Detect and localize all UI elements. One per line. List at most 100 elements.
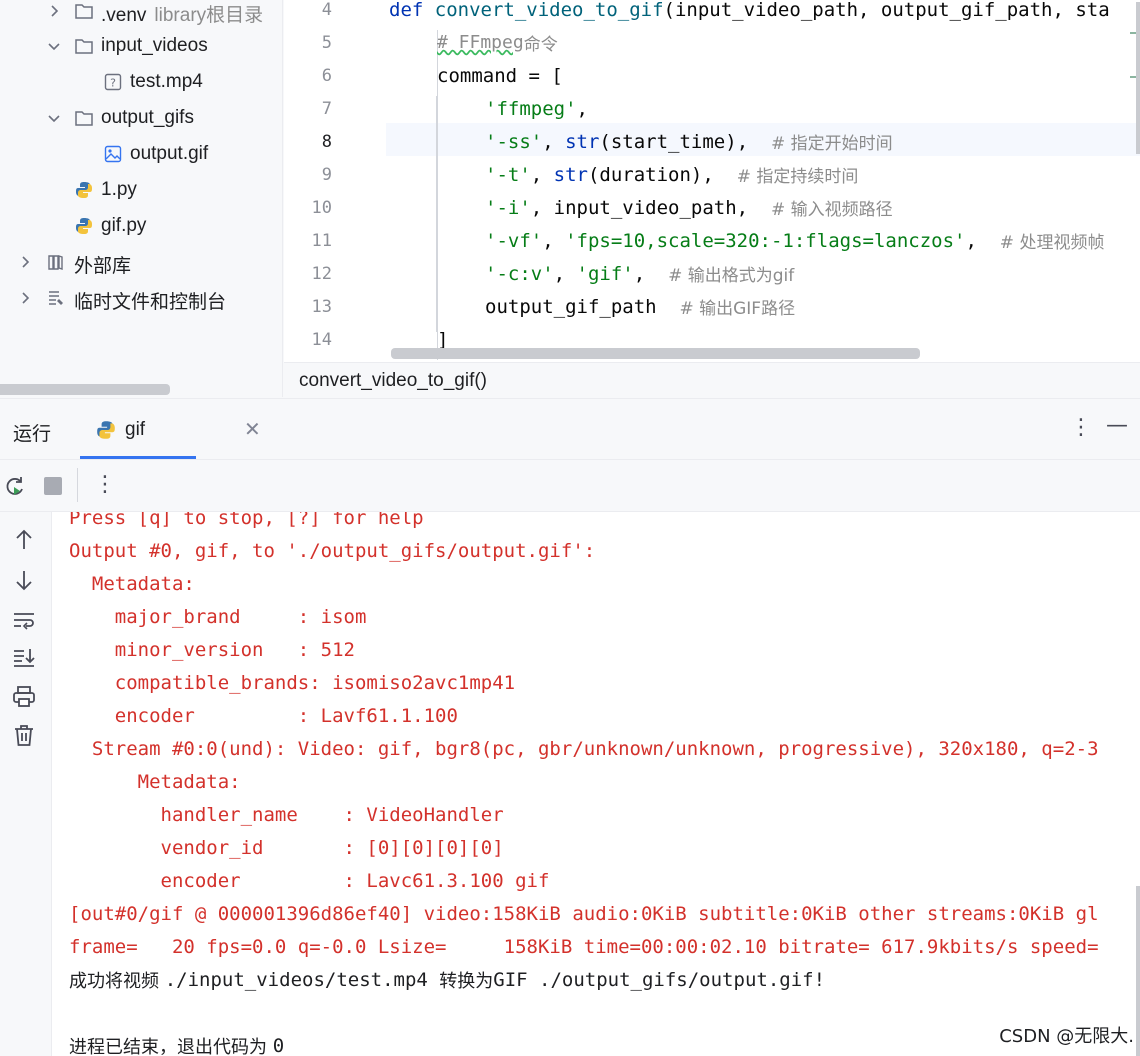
watermark: CSDN @无限大. (997, 1022, 1136, 1048)
line-number-current: 8 (321, 132, 332, 152)
stop-icon[interactable] (44, 477, 62, 495)
console-success-line: 成功将视频 ./input_videos/test.mp4 转换为 GIF ./o… (69, 968, 826, 992)
line-number: 7 (321, 99, 332, 119)
console-line: encoder : Lavc61.3.100 gif (69, 869, 550, 892)
unknown-file-icon: ? (104, 73, 122, 91)
code-line: output_gif_path # 输出GIF路径 (485, 295, 796, 320)
soft-wrap-icon[interactable] (11, 607, 37, 633)
more-options-icon[interactable]: ⋮ (1070, 415, 1092, 440)
library-icon (48, 255, 63, 270)
line-number-gutter: 4 5 6 7 8 9 10 11 12 13 14 (284, 0, 386, 362)
tree-item-label: 临时文件和控制台 (74, 292, 227, 313)
indent-guide (436, 96, 437, 332)
line-number: 10 (311, 198, 332, 218)
image-file-icon (104, 145, 122, 163)
run-toolbar: ⋮ (0, 460, 1140, 512)
code-line: '-c:v', 'gif', # 输出格式为gif (485, 262, 795, 287)
code-editor[interactable]: 4 5 6 7 8 9 10 11 12 13 14 def convert_v… (284, 0, 1140, 362)
console-line: vendor_id : [0][0][0][0] (69, 836, 504, 859)
close-icon[interactable]: ✕ (244, 417, 261, 441)
console-line: [out#0/gif @ 000001396d86ef40] video:158… (69, 902, 1099, 925)
editor-vertical-scrollbar[interactable] (1136, 2, 1140, 154)
folder-icon (75, 4, 93, 19)
svg-text:?: ? (110, 77, 116, 90)
tree-item-label: test.mp4 (130, 71, 203, 92)
console-line: frame= 20 fps=0.0 q=-0.0 Lsize= 158KiB t… (69, 935, 1099, 958)
console-line: minor_version : 512 (69, 638, 355, 661)
tree-item-label: 1.py (101, 179, 137, 200)
console-line: encoder : Lavf61.1.100 (69, 704, 458, 727)
chevron-down-icon[interactable] (46, 110, 62, 126)
rerun-icon[interactable] (3, 474, 27, 498)
console-line: compatible_brands: isomiso2avc1mp41 (69, 671, 516, 694)
code-line: '-vf', 'fps=10,scale=320:-1:flags=lanczo… (485, 229, 1105, 254)
arrow-up-icon[interactable] (11, 527, 37, 553)
console-line: Metadata: (69, 572, 195, 595)
tree-item-label: output_gifs (101, 107, 194, 128)
tab-active-indicator (80, 456, 196, 459)
tree-item-label: gif.py (101, 215, 147, 236)
trash-icon[interactable] (11, 722, 37, 748)
breadcrumb-item[interactable]: convert_video_to_gif() (299, 370, 487, 392)
tree-item-label: input_videos (101, 35, 208, 56)
console-line: Stream #0:0(und): Video: gif, bgr8(pc, g… (69, 737, 1099, 760)
tree-item-external-libraries[interactable]: 外部库 (0, 244, 282, 280)
code-line: '-t', str (duration), # 指定持续时间 (485, 163, 859, 188)
tab-label: gif (125, 419, 146, 440)
tree-item-gif-py[interactable]: gif.py (0, 208, 282, 244)
editor-horizontal-scrollbar[interactable] (391, 348, 920, 359)
console-vertical-scrollbar[interactable] (1136, 886, 1140, 1056)
print-icon[interactable] (11, 684, 37, 710)
scratches-icon (49, 291, 63, 305)
console-line: Press [q] to stop, [?] for help (69, 512, 424, 529)
line-number: 13 (311, 297, 332, 317)
run-window-title: 运行 (13, 423, 52, 445)
folder-icon (75, 111, 93, 126)
more-options-icon[interactable]: ⋮ (94, 472, 116, 497)
scroll-to-end-icon[interactable] (11, 645, 37, 671)
line-number: 11 (311, 231, 332, 251)
minimize-icon[interactable]: — (1106, 413, 1128, 438)
tree-item-1-py[interactable]: 1.py (0, 172, 282, 208)
console-line: Output #0, gif, to './output_gifs/output… (69, 539, 596, 562)
line-number: 6 (321, 66, 332, 86)
chevron-right-icon[interactable] (17, 254, 33, 270)
breadcrumb[interactable]: convert_video_to_gif() (284, 362, 1140, 398)
code-line: # FFmpeg 命令 (437, 32, 558, 55)
project-horizontal-scrollbar[interactable] (0, 384, 170, 395)
line-number: 14 (311, 330, 332, 350)
python-file-icon (76, 218, 92, 234)
python-file-icon (76, 182, 92, 198)
project-tool-window: .venv library根目录 input_videos ? test.mp4 … (0, 0, 283, 397)
code-line: '-i', input_video_path, # 输入视频路径 (485, 196, 893, 221)
console-line: handler_name : VideoHandler (69, 803, 504, 826)
tree-item-scratches-consoles[interactable]: 临时文件和控制台 (0, 280, 282, 316)
tree-item-output-gifs[interactable]: output_gifs (0, 100, 282, 136)
chevron-right-icon[interactable] (17, 290, 33, 306)
console-side-toolbar (0, 512, 52, 1056)
python-file-icon (97, 421, 115, 439)
tree-item-label: 外部库 (74, 256, 132, 277)
chevron-right-icon[interactable] (46, 3, 62, 19)
code-line: def convert_video_to_gif (input_video_pat… (389, 0, 1110, 21)
arrow-down-icon[interactable] (11, 567, 37, 593)
tab-gif[interactable]: gif ✕ (80, 399, 261, 461)
tree-item-label: .venv library根目录 (101, 5, 264, 26)
line-number: 9 (321, 165, 332, 185)
code-line: command = [ (437, 64, 563, 87)
line-number: 5 (321, 33, 332, 53)
console-line: major_brand : isom (69, 605, 367, 628)
tree-item-output-gif[interactable]: output.gif (0, 136, 282, 172)
line-number: 4 (321, 0, 332, 20)
folder-icon (75, 39, 93, 54)
tree-item-label: output.gif (130, 143, 209, 164)
run-tool-window-header: 运行 gif ✕ ⋮ — (0, 398, 1140, 460)
console-exit-line: 进程已结束，退出代码为 0 (69, 1034, 285, 1056)
code-line: 'ffmpeg', (485, 97, 588, 120)
tree-item-input-videos[interactable]: input_videos (0, 28, 282, 64)
chevron-down-icon[interactable] (46, 38, 62, 54)
tree-item-test-mp4[interactable]: ? test.mp4 (0, 64, 282, 100)
console-output[interactable]: Press [q] to stop, [?] for help Output #… (52, 512, 1140, 1056)
toolbar-separator (77, 468, 78, 502)
tree-item-venv[interactable]: .venv library根目录 (0, 0, 282, 29)
